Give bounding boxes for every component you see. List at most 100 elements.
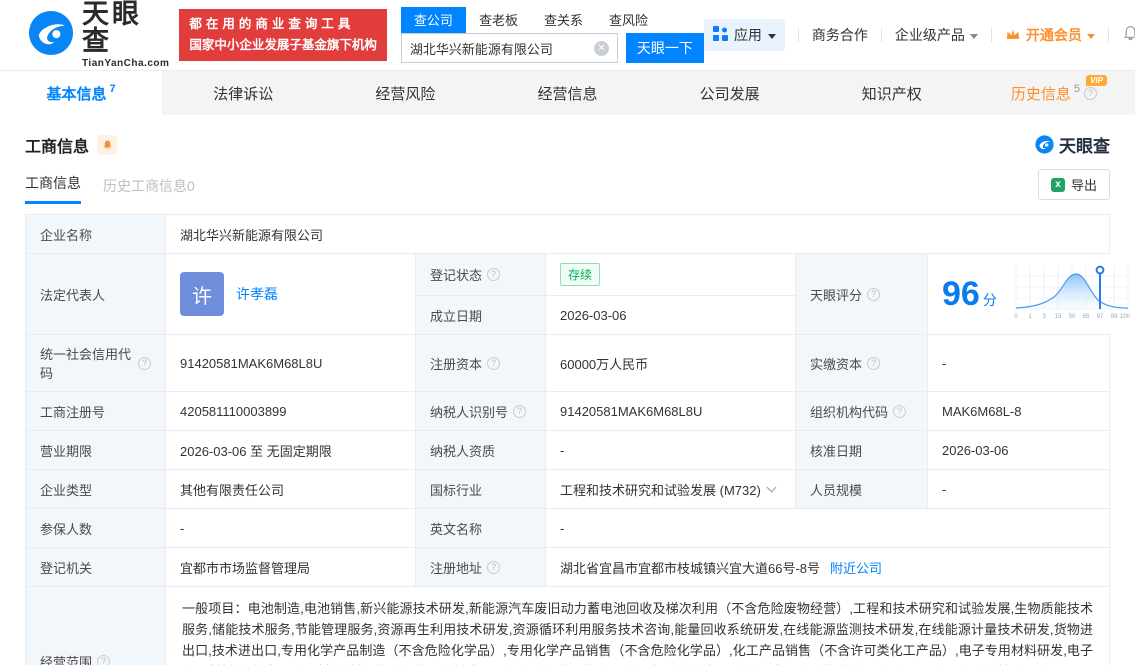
label-text: 注册地址 <box>430 560 483 576</box>
help-icon[interactable]: ? <box>487 356 501 370</box>
label-text: 统一社会信用代码 <box>40 347 132 381</box>
tab-label: 历史信息 <box>1010 85 1071 103</box>
subscribe-bell-icon[interactable] <box>97 134 118 155</box>
score-unit: 分 <box>982 292 997 308</box>
label-text: 天眼评分 <box>810 287 863 303</box>
establish-date-label: 成立日期 <box>416 296 546 334</box>
svg-text:1: 1 <box>1028 314 1032 320</box>
brand-slogan-banner: 都在用的商业查询工具 国家中小企业发展子基金旗下机构 <box>179 8 387 62</box>
scope-label: 经营范围 ? <box>26 587 166 665</box>
clear-search-icon[interactable]: ✕ <box>593 40 609 56</box>
score-value: 96 分 0 1 3 15 50 85 97 99 100 <box>928 254 1135 334</box>
search-area: 查公司 查老板 查关系 查风险 ✕ 天眼一下 <box>400 7 704 63</box>
subtab-history-business-info[interactable]: 历史工商信息0 <box>103 176 195 204</box>
divider <box>797 28 799 42</box>
tab-label: 知识产权 <box>861 85 922 103</box>
nav-enterprise-products[interactable]: 企业级产品 <box>895 25 978 45</box>
main-content: 工商信息 天眼查 工商信息 历史工商信息0 x 导出 企业名称 湖北华兴新能源有… <box>0 132 1135 665</box>
tianyancha-logo-icon <box>28 10 74 61</box>
table-row: 法定代表人 许 许孝磊 登记状态 ? 存续 成立日期 2026-03-06 天眼… <box>26 254 1135 335</box>
search-tab-relation[interactable]: 查关系 <box>531 7 596 33</box>
nav-open-vip[interactable]: 开通会员 <box>1005 25 1095 45</box>
tab-count: 7 <box>109 83 116 95</box>
brand-domain: TianYanCha.com <box>82 58 170 69</box>
label-text: 经营范围 <box>40 654 93 665</box>
tab-basic-info[interactable]: 基本信息 7 <box>0 71 163 115</box>
help-icon[interactable]: ? <box>487 560 501 574</box>
chevron-down-icon <box>767 33 776 39</box>
tianyancha-logo[interactable]: 天眼查 TianYanCha.com <box>28 1 169 69</box>
approve-date-value: 2026-03-06 <box>928 431 1109 469</box>
search-tab-boss[interactable]: 查老板 <box>466 7 531 33</box>
search-box: ✕ <box>400 33 618 63</box>
tab-label: 公司发展 <box>699 85 760 103</box>
top-navigation: 应用 商务合作 企业级产品 开通会员 费米 <box>703 19 1135 51</box>
reg-no-value: 420581110003899 <box>166 392 416 430</box>
chevron-down-icon[interactable] <box>766 482 777 492</box>
taxpayer-quality-label: 纳税人资质 <box>416 431 546 469</box>
insured-value: - <box>166 509 416 547</box>
apps-label: 应用 <box>733 27 762 43</box>
address-text: 湖北省宜昌市宜都市枝城镇兴宜大道66号-8号 <box>560 560 821 576</box>
company-type-value: 其他有限责任公司 <box>166 470 416 508</box>
help-icon[interactable]: ? <box>893 404 907 418</box>
table-row: 经营范围 ? 一般项目：电池制造,电池销售,新兴能源技术研发,新能源汽车废旧动力… <box>26 587 1109 665</box>
notification-bell-icon[interactable] <box>1122 25 1135 45</box>
tab-legal-litigation[interactable]: 法律诉讼 <box>162 71 324 115</box>
help-icon[interactable]: ? <box>1083 86 1097 100</box>
address-label: 注册地址 ? <box>416 548 546 586</box>
legal-rep-link[interactable]: 许孝磊 <box>236 284 278 304</box>
en-name-label: 英文名称 <box>416 509 546 547</box>
main-tabbar: 基本信息 7 法律诉讼 经营风险 经营信息 公司发展 知识产权 VIP 历史信息… <box>0 70 1135 115</box>
svg-text:99: 99 <box>1110 314 1117 320</box>
svg-text:3: 3 <box>1042 314 1046 320</box>
industry-label: 国标行业 <box>416 470 546 508</box>
help-icon[interactable]: ? <box>487 268 501 281</box>
help-icon[interactable]: ? <box>97 654 111 665</box>
en-name-value: - <box>546 509 1109 547</box>
tab-intellectual-property[interactable]: 知识产权 <box>811 71 973 115</box>
term-value: 2026-03-06 至 无固定期限 <box>166 431 416 469</box>
slogan-line2: 国家中小企业发展子基金旗下机构 <box>189 38 377 52</box>
label-text: 组织机构代码 <box>810 404 889 420</box>
help-icon[interactable]: ? <box>867 356 881 370</box>
help-icon[interactable]: ? <box>867 287 881 301</box>
score-label: 天眼评分 ? <box>796 254 928 334</box>
status-badge: 存续 <box>560 263 601 286</box>
subtab-current-business-info[interactable]: 工商信息 <box>25 173 81 204</box>
table-row: 企业类型 其他有限责任公司 国标行业 工程和技术研究和试验发展 (M732) 人… <box>26 470 1109 509</box>
svg-text:15: 15 <box>1054 314 1061 320</box>
help-icon[interactable]: ? <box>513 404 527 418</box>
table-row: 营业期限 2026-03-06 至 无固定期限 纳税人资质 - 核准日期 202… <box>26 431 1109 470</box>
search-input[interactable] <box>401 40 594 56</box>
vip-label: 开通会员 <box>1025 27 1082 43</box>
taxpayer-no-value: 91420581MAK6M68L8U <box>546 392 796 430</box>
table-row: 工商注册号 420581110003899 纳税人识别号 ? 91420581M… <box>26 392 1109 431</box>
reg-status-label: 登记状态 ? <box>416 254 546 295</box>
apps-grid-icon <box>712 26 728 44</box>
avatar[interactable]: 许 <box>180 272 224 316</box>
staff-scale-value: - <box>928 470 1109 508</box>
approve-date-label: 核准日期 <box>796 431 928 469</box>
search-button[interactable]: 天眼一下 <box>625 33 704 63</box>
nearby-companies-link[interactable]: 附近公司 <box>830 558 882 577</box>
tab-company-development[interactable]: 公司发展 <box>649 71 811 115</box>
excel-icon: x <box>1050 177 1065 192</box>
org-code-label: 组织机构代码 ? <box>796 392 928 430</box>
nav-business-cooperation[interactable]: 商务合作 <box>812 25 868 45</box>
search-tab-risk[interactable]: 查风险 <box>596 7 661 33</box>
tab-operation-risk[interactable]: 经营风险 <box>324 71 486 115</box>
reg-capital-label: 注册资本 ? <box>416 335 546 391</box>
establish-date-value: 2026-03-06 <box>546 296 796 334</box>
export-button[interactable]: x 导出 <box>1037 169 1110 200</box>
apps-menu[interactable]: 应用 <box>703 19 785 51</box>
tab-operation-info[interactable]: 经营信息 <box>486 71 648 115</box>
score-distribution-chart: 0 1 3 15 50 85 97 99 100 <box>1013 264 1131 325</box>
staff-scale-label: 人员规模 <box>796 470 928 508</box>
help-icon[interactable]: ? <box>138 356 151 370</box>
industry-text: 工程和技术研究和试验发展 (M732) <box>560 482 761 498</box>
tab-history-info[interactable]: VIP 历史信息 5 ? <box>973 71 1135 115</box>
business-info-table: 企业名称 湖北华兴新能源有限公司 法定代表人 许 许孝磊 登记状态 ? 存续 成… <box>25 214 1135 665</box>
legal-rep-label: 法定代表人 <box>26 254 166 334</box>
search-tab-company[interactable]: 查公司 <box>400 7 466 33</box>
